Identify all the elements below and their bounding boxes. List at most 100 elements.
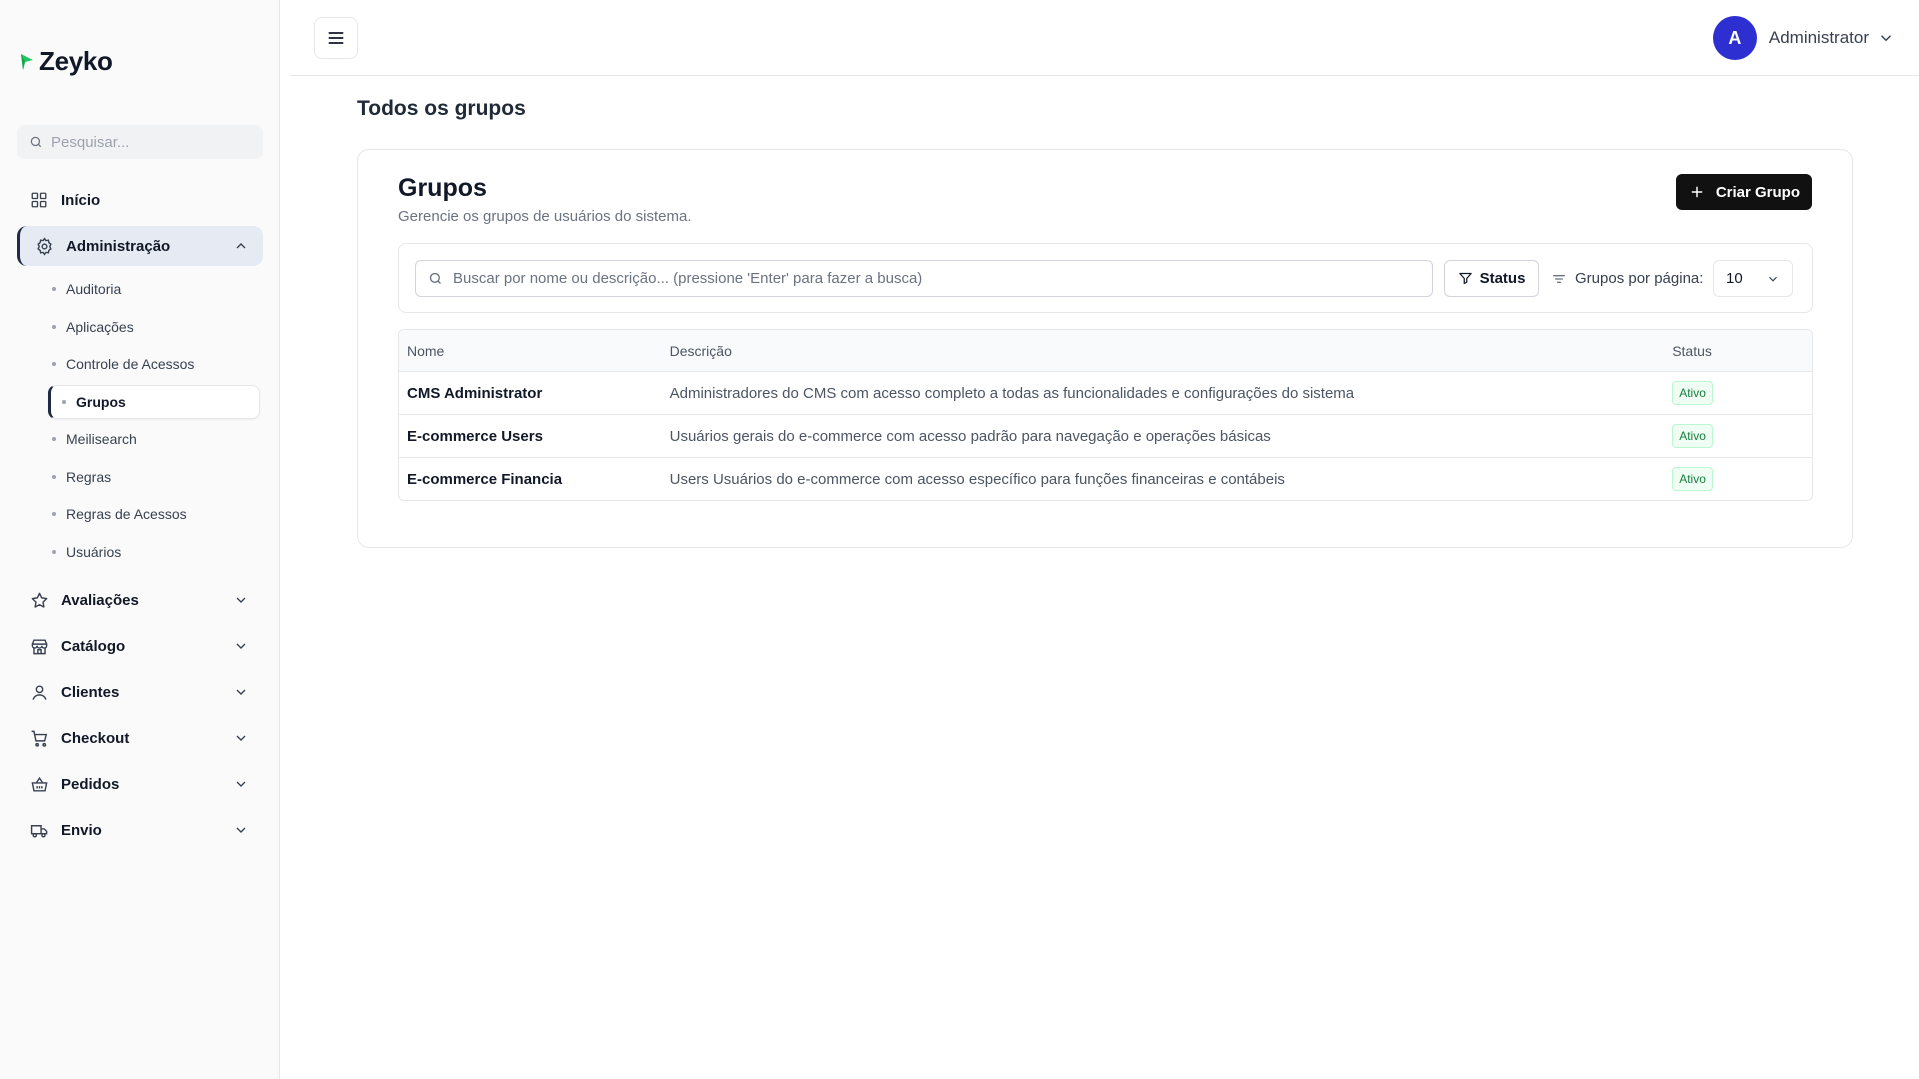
chevron-down-icon bbox=[1880, 35, 1892, 42]
per-page-label-group: Grupos por página: bbox=[1551, 260, 1703, 297]
group-description: Usuários gerais do e-commerce com acesso… bbox=[669, 427, 1271, 445]
bullet-icon bbox=[62, 400, 66, 404]
chevron-down-icon bbox=[236, 689, 246, 695]
sidebar-subitem-label: Regras bbox=[66, 469, 112, 485]
sidebar-item-label: Administração bbox=[66, 237, 171, 255]
sidebar-item-avaliacoes[interactable]: Avaliações bbox=[17, 580, 263, 620]
sidebar-item-label: Clientes bbox=[61, 683, 120, 701]
sidebar-item-inicio[interactable]: Início bbox=[17, 180, 263, 220]
group-name: E-commerce Users bbox=[407, 427, 543, 445]
sidebar-subitem-meilisearch[interactable]: Meilisearch bbox=[52, 423, 137, 455]
group-name: E-commerce Financia bbox=[407, 470, 563, 488]
per-page-select[interactable]: 10 bbox=[1713, 260, 1793, 297]
avatar: A bbox=[1712, 16, 1757, 60]
search-icon bbox=[30, 136, 42, 148]
sidebar-subitem-regras[interactable]: Regras bbox=[52, 461, 111, 493]
status-cell: Ativo bbox=[1672, 381, 1812, 405]
sidebar-item-clientes[interactable]: Clientes bbox=[17, 672, 263, 712]
sidebar-item-label: Catálogo bbox=[61, 637, 126, 655]
sidebar: Zeyko Início Administração Auditoria Apl… bbox=[0, 0, 280, 1079]
bullet-icon bbox=[52, 475, 56, 479]
store-icon bbox=[29, 636, 49, 656]
sidebar-item-label: Checkout bbox=[61, 729, 130, 747]
group-search-input[interactable] bbox=[453, 270, 1413, 287]
sidebar-item-catalogo[interactable]: Catálogo bbox=[17, 626, 263, 666]
sidebar-subitem-controle-de-acessos[interactable]: Controle de Acessos bbox=[52, 348, 194, 380]
chevron-down-icon bbox=[236, 827, 246, 833]
table-row[interactable]: E-commerce Users Usuários gerais do e-co… bbox=[399, 414, 1812, 457]
truck-icon bbox=[29, 820, 49, 840]
per-page-label: Grupos por página: bbox=[1575, 270, 1704, 287]
groups-card: Grupos Gerencie os grupos de usuários do… bbox=[357, 149, 1853, 548]
filter-icon bbox=[1458, 272, 1472, 285]
sidebar-search[interactable] bbox=[17, 125, 263, 159]
plus-icon bbox=[1691, 186, 1703, 198]
groups-table: Nome Descrição Status CMS Administrator … bbox=[398, 329, 1813, 501]
status-cell: Ativo bbox=[1672, 467, 1812, 491]
status-badge: Ativo bbox=[1672, 467, 1713, 491]
search-icon bbox=[429, 272, 441, 284]
group-name: CMS Administrator bbox=[407, 384, 543, 402]
user-name: Administrator bbox=[1768, 28, 1869, 47]
sidebar-item-envio[interactable]: Envio bbox=[17, 810, 263, 850]
sidebar-item-checkout[interactable]: Checkout bbox=[17, 718, 263, 758]
sidebar-subitem-auditoria[interactable]: Auditoria bbox=[52, 273, 121, 305]
sidebar-item-label: Avaliações bbox=[61, 591, 139, 609]
per-page-value: 10 bbox=[1726, 270, 1743, 287]
sidebar-subitem-label: Regras de Acessos bbox=[66, 506, 187, 522]
user-menu[interactable]: A Administrator bbox=[1712, 16, 1895, 60]
sidebar-item-label: Início bbox=[61, 191, 101, 209]
sidebar-subitem-label: Usuários bbox=[66, 544, 122, 560]
table-row[interactable]: CMS Administrator Administradores do CMS… bbox=[399, 371, 1812, 414]
chevron-up-icon bbox=[236, 243, 246, 249]
group-search[interactable] bbox=[415, 260, 1433, 297]
chevron-down-icon bbox=[236, 735, 246, 741]
column-header-descricao[interactable]: Descrição bbox=[670, 343, 1673, 359]
brand-name: Zeyko bbox=[39, 46, 113, 76]
star-icon bbox=[29, 590, 49, 610]
sidebar-subitem-label: Controle de Acessos bbox=[66, 356, 195, 372]
sidebar-item-label: Pedidos bbox=[61, 775, 120, 793]
create-group-button[interactable]: Criar Grupo bbox=[1675, 174, 1812, 210]
sidebar-search-input[interactable] bbox=[51, 133, 251, 151]
bullet-icon bbox=[52, 287, 56, 291]
bullet-icon bbox=[52, 512, 56, 516]
card-subtitle: Gerencie os grupos de usuários do sistem… bbox=[398, 208, 692, 225]
status-filter-label: Status bbox=[1479, 270, 1526, 287]
chevron-down-icon bbox=[236, 781, 246, 787]
gear-icon bbox=[34, 236, 54, 256]
sidebar-subitem-usuarios[interactable]: Usuários bbox=[52, 536, 121, 568]
sidebar-item-administracao[interactable]: Administração bbox=[17, 226, 263, 266]
menu-toggle-button[interactable] bbox=[314, 17, 358, 59]
sidebar-item-label: Envio bbox=[61, 821, 102, 839]
sidebar-subitem-label: Auditoria bbox=[66, 281, 122, 297]
status-badge: Ativo bbox=[1672, 381, 1713, 405]
grid-icon bbox=[29, 190, 49, 210]
status-filter-button[interactable]: Status bbox=[1444, 260, 1539, 297]
chevron-down-icon bbox=[1769, 276, 1777, 282]
sidebar-subitem-grupos[interactable]: Grupos bbox=[48, 385, 260, 419]
bullet-icon bbox=[52, 362, 56, 366]
table-header-row: Nome Descrição Status bbox=[399, 330, 1812, 371]
filter-bar: Status Grupos por página: 10 bbox=[398, 243, 1813, 313]
bullet-icon bbox=[52, 325, 56, 329]
sidebar-item-pedidos[interactable]: Pedidos bbox=[17, 764, 263, 804]
column-header-status[interactable]: Status bbox=[1672, 343, 1812, 359]
sidebar-subitem-aplicacoes[interactable]: Aplicações bbox=[52, 311, 134, 343]
chevron-down-icon bbox=[236, 597, 246, 603]
sidebar-subitem-label: Aplicações bbox=[66, 319, 134, 335]
top-header: A Administrator bbox=[290, 0, 1919, 76]
group-description: Administradores do CMS com acesso comple… bbox=[669, 384, 1355, 402]
column-header-nome[interactable]: Nome bbox=[399, 343, 670, 359]
group-description: Users Usuários do e-commerce com acesso … bbox=[669, 470, 1285, 488]
sidebar-subitem-label: Grupos bbox=[76, 394, 126, 410]
page-title: Todos os grupos bbox=[357, 97, 526, 120]
user-icon bbox=[29, 682, 49, 702]
hamburger-icon bbox=[328, 32, 344, 44]
brand-logo[interactable]: Zeyko bbox=[19, 46, 113, 77]
table-row[interactable]: E-commerce Financia Users Usuários do e-… bbox=[399, 457, 1812, 500]
chevron-down-icon bbox=[236, 643, 246, 649]
sidebar-subitem-regras-de-acessos[interactable]: Regras de Acessos bbox=[52, 498, 187, 530]
bullet-icon bbox=[52, 437, 56, 441]
sidebar-subitem-label: Meilisearch bbox=[66, 431, 137, 447]
